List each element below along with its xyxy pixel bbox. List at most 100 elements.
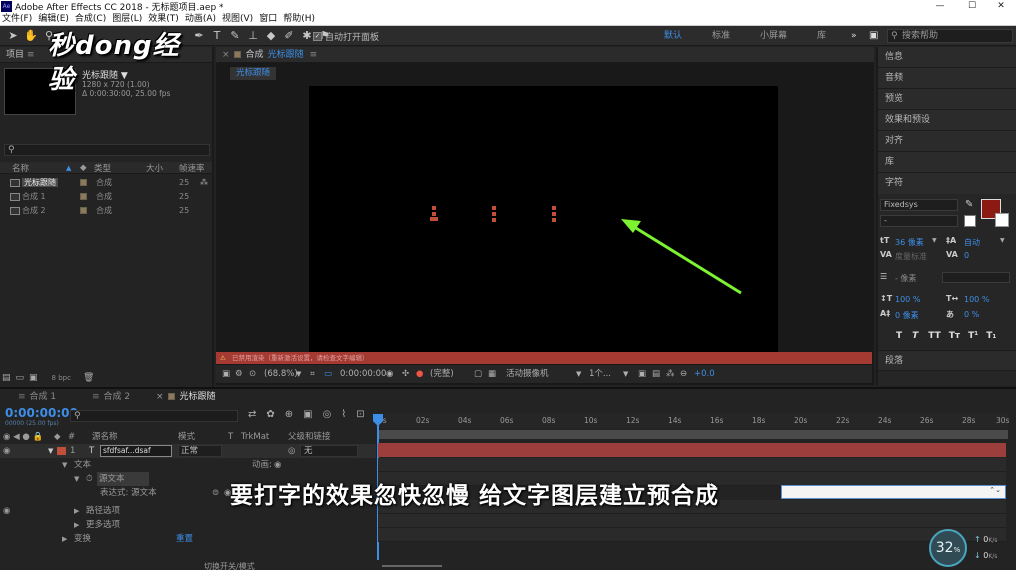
- resolution-dropdown[interactable]: (完整): [430, 365, 454, 383]
- timeline-tab-comp2[interactable]: ≡ 合成 2: [92, 389, 130, 405]
- layer-duration-bar[interactable]: [378, 443, 1006, 457]
- col-mode[interactable]: 模式: [178, 430, 195, 444]
- flowchart-icon[interactable]: ⁂: [666, 365, 675, 383]
- expression-enable-icon[interactable]: ⊜: [212, 486, 219, 500]
- region-icon[interactable]: ▢: [474, 365, 482, 383]
- menu-file[interactable]: 文件(F): [0, 13, 36, 26]
- mask-icon[interactable]: ▭: [324, 365, 332, 383]
- col-name[interactable]: 名称: [12, 162, 29, 174]
- eye-icon[interactable]: ◉: [3, 444, 10, 458]
- stroke-color-swatch[interactable]: [964, 215, 976, 227]
- network-speed-badge[interactable]: 32%: [929, 529, 967, 567]
- menu-animation[interactable]: 动画(A): [183, 13, 220, 26]
- grid-icon[interactable]: ⌗: [310, 365, 315, 383]
- flowchart-icon[interactable]: ⁂: [200, 176, 208, 189]
- stroke-width-value[interactable]: - 像素: [895, 273, 916, 284]
- col-size[interactable]: 大小: [146, 162, 163, 174]
- workspace-default[interactable]: 默认: [664, 26, 682, 46]
- menu-window[interactable]: 窗口: [257, 13, 281, 26]
- panel-library[interactable]: 库: [878, 152, 1016, 173]
- prop-row-more-options[interactable]: ▶ 更多选项: [0, 518, 376, 532]
- help-search-input[interactable]: ⚲ 搜索帮助: [887, 29, 1013, 43]
- label-swatch[interactable]: [80, 193, 87, 200]
- label-swatch[interactable]: [80, 179, 87, 186]
- stroke-swatch[interactable]: [995, 213, 1009, 227]
- zoom-slider[interactable]: [382, 565, 442, 567]
- chart-icon[interactable]: ⊡: [356, 409, 364, 420]
- vr-icon[interactable]: ⊙: [249, 365, 256, 383]
- work-area-bar[interactable]: [378, 430, 1008, 439]
- stopwatch-icon[interactable]: ⏱: [86, 472, 93, 486]
- zoom-dropdown[interactable]: (68.8%): [264, 365, 298, 383]
- col-fps[interactable]: 帧速率: [179, 162, 205, 174]
- camera-dropdown[interactable]: 活动摄像机: [506, 365, 549, 383]
- auto-open-checkbox[interactable]: ✓: [313, 32, 322, 41]
- expression-field[interactable]: ⌃⌄: [781, 485, 1006, 499]
- superscript-button[interactable]: T¹: [968, 331, 978, 341]
- subscript-button[interactable]: T₁: [986, 331, 996, 341]
- close-button[interactable]: ✕: [986, 0, 1016, 13]
- maximize-button[interactable]: ☐: [957, 0, 987, 13]
- layer-name[interactable]: sfdfsaf...dsaf: [100, 445, 172, 457]
- interpret-footage-icon[interactable]: ▤: [2, 373, 11, 383]
- minimize-button[interactable]: —: [925, 0, 955, 13]
- project-item[interactable]: 合成 1 合成 25: [0, 190, 212, 203]
- faux-italic-button[interactable]: T: [912, 331, 918, 341]
- label-swatch[interactable]: [80, 207, 87, 214]
- project-item[interactable]: 光标跟随 合成 25 ⁂: [0, 176, 212, 189]
- timeline-tab-cursor-follow[interactable]: × 光标跟随: [156, 389, 216, 405]
- new-folder-icon[interactable]: ▭: [16, 373, 25, 383]
- vertical-scale-value[interactable]: 100 %: [895, 295, 920, 304]
- col-trkmat[interactable]: TrkMat: [241, 430, 269, 444]
- panel-paragraph[interactable]: 段落: [878, 350, 1016, 371]
- font-style-dropdown[interactable]: -: [880, 215, 958, 227]
- parent-dropdown[interactable]: 无: [300, 445, 358, 457]
- snapshot-icon[interactable]: ▣: [222, 365, 230, 383]
- exposure-icon[interactable]: ⊖: [680, 365, 687, 383]
- timeline-tab-comp1[interactable]: ≡ 合成 1: [18, 389, 56, 405]
- tracking-label[interactable]: 度量标准: [895, 251, 927, 262]
- menu-view[interactable]: 视图(V): [220, 13, 257, 26]
- layer-row[interactable]: ◉ ▼ 1 T sfdfsaf...dsaf 正常 ◎ 无: [0, 444, 376, 458]
- shy-icon[interactable]: ⊕: [285, 409, 293, 420]
- prop-row-text[interactable]: ▼ 文本 动画: ◉: [0, 458, 376, 472]
- animate-add-icon[interactable]: ◉: [274, 458, 281, 472]
- font-family-dropdown[interactable]: Fixedsys: [880, 199, 958, 211]
- project-search-input[interactable]: ⚲: [4, 144, 210, 156]
- label-color-swatch[interactable]: [57, 447, 66, 455]
- panel-toggle-icon[interactable]: ▣: [869, 26, 878, 46]
- panel-align[interactable]: 对齐: [878, 131, 1016, 152]
- leading-value[interactable]: 自动: [964, 237, 980, 248]
- menu-edit[interactable]: 编辑(E): [36, 13, 73, 26]
- clone-tool-icon[interactable]: ⊥: [244, 26, 262, 46]
- frame-blend-icon[interactable]: ▣: [303, 409, 312, 420]
- menu-layer[interactable]: 图层(L): [110, 13, 146, 26]
- expand-chevron-icon[interactable]: ▼: [48, 444, 53, 458]
- rgb-icon[interactable]: ●: [416, 365, 423, 383]
- panel-effects-presets[interactable]: 效果和预设: [878, 110, 1016, 131]
- timeline-link-icon[interactable]: ▤: [652, 365, 660, 383]
- col-type[interactable]: 类型: [94, 162, 111, 174]
- brush-tool-icon[interactable]: ✎: [226, 26, 244, 46]
- tracking-value[interactable]: 0: [964, 251, 969, 260]
- timeline-timecode[interactable]: 0:00:00:00: [5, 406, 78, 420]
- timeline-search-input[interactable]: ⚲: [70, 410, 238, 422]
- selection-tool-icon[interactable]: ➤: [4, 26, 22, 46]
- toggle-switches-modes[interactable]: 切换开关/模式: [204, 561, 255, 570]
- composition-tab[interactable]: × 合成 光标跟随 ≡: [216, 47, 874, 63]
- col-t[interactable]: T: [228, 430, 233, 444]
- workspace-more-button[interactable]: »: [851, 26, 857, 46]
- channel-icon[interactable]: ✣: [402, 365, 409, 383]
- eraser-tool-icon[interactable]: ◆: [262, 26, 280, 46]
- graph-editor-icon[interactable]: ⌇: [341, 409, 346, 420]
- prop-row-transform[interactable]: ▶ 变换 重置: [0, 532, 376, 546]
- stroke-style-dropdown[interactable]: [942, 272, 1010, 283]
- viewer-sub-tab[interactable]: 光标跟随: [230, 67, 277, 80]
- viewer-timecode[interactable]: 0:00:00:00: [340, 365, 386, 383]
- panel-character[interactable]: 字符: [878, 173, 1016, 194]
- mode-dropdown[interactable]: 正常: [178, 445, 222, 457]
- font-size-value[interactable]: 36 像素: [895, 237, 924, 248]
- motion-blur-icon[interactable]: ◎: [323, 409, 332, 420]
- comp-flow-icon[interactable]: ⇄: [248, 409, 256, 420]
- small-caps-button[interactable]: Tт: [949, 331, 960, 341]
